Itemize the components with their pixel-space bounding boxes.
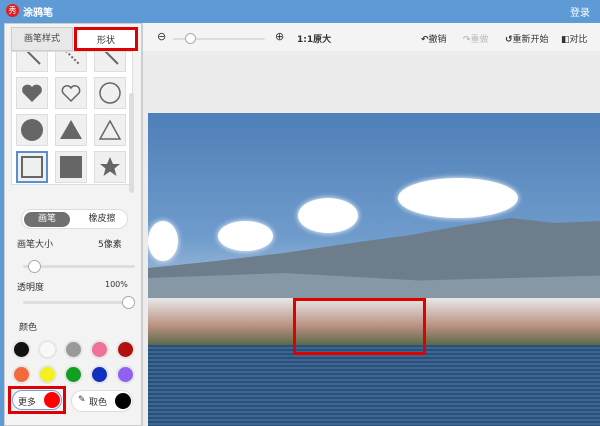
opacity-slider[interactable]: [23, 296, 135, 309]
brush-size-value: 5像素: [98, 240, 122, 250]
scroll-thumb[interactable]: [129, 93, 134, 193]
slider-knob[interactable]: [185, 33, 197, 44]
redo-button[interactable]: ↷重做: [463, 32, 489, 45]
redo-label: 重做: [470, 35, 489, 45]
zoom-slider[interactable]: [173, 33, 265, 44]
shape-circle-filled[interactable]: [16, 114, 48, 146]
app-title: 涂鸦笔: [23, 8, 53, 19]
color-swatch[interactable]: [116, 365, 135, 384]
left-panel: 画笔样式 形状 画笔 橡皮擦 画笔大小 5像素 透明度 100% 颜色 更多 ✎…: [4, 23, 142, 426]
compare-button[interactable]: ◧对比: [561, 32, 588, 45]
pick-color-label: 取色: [89, 398, 108, 408]
drawn-rectangle: [293, 298, 426, 355]
color-swatch[interactable]: [64, 365, 83, 384]
color-swatch[interactable]: [64, 340, 83, 359]
shape-arrow[interactable]: [94, 52, 126, 72]
canvas-area: ⊖ ⊕ 1:1原大 ↶撤销 ↷重做 ↺重新开始 ◧对比: [142, 23, 600, 426]
color-label: 颜色: [19, 323, 38, 333]
shape-circle-outline[interactable]: [94, 77, 126, 109]
shape-heart-outline[interactable]: [55, 77, 87, 109]
title-bar: 秀 涂鸦笔 登录: [0, 0, 600, 22]
reset-button[interactable]: ↺重新开始: [505, 32, 549, 45]
shape-square-filled[interactable]: [55, 151, 87, 183]
eraser-mode-button[interactable]: 橡皮擦: [78, 212, 126, 227]
shape-star[interactable]: [94, 151, 126, 183]
mode-toggle: 画笔 橡皮擦: [21, 209, 128, 229]
color-swatch[interactable]: [12, 365, 31, 384]
more-colors-pill: 更多: [12, 390, 62, 410]
cloud: [298, 198, 358, 233]
tab-shape[interactable]: 形状: [74, 27, 138, 51]
color-swatch[interactable]: [116, 340, 135, 359]
brush-size-label: 画笔大小: [17, 240, 54, 250]
zoom-out-icon[interactable]: ⊖: [157, 30, 166, 43]
slider-knob[interactable]: [122, 296, 135, 309]
compare-icon: ◧: [561, 35, 570, 45]
login-link[interactable]: 登录: [570, 4, 590, 19]
app-logo: 秀: [6, 4, 19, 17]
zoom-in-icon[interactable]: ⊕: [275, 30, 284, 43]
lake-water: [148, 345, 600, 426]
opacity-label: 透明度: [17, 283, 45, 293]
cloud: [398, 178, 518, 218]
undo-label: 撤销: [428, 35, 447, 45]
color-swatch[interactable]: [12, 340, 31, 359]
shape-heart-filled[interactable]: [16, 77, 48, 109]
tab-brush-style[interactable]: 画笔样式: [11, 27, 73, 51]
shape-triangle-outline[interactable]: [94, 114, 126, 146]
color-swatch[interactable]: [38, 340, 57, 359]
opacity-value: 100%: [105, 280, 128, 289]
shape-rectangle-outline[interactable]: [16, 151, 48, 183]
toolbar: ⊖ ⊕ 1:1原大 ↶撤销 ↷重做 ↺重新开始 ◧对比: [143, 23, 600, 51]
reset-icon: ↺: [505, 35, 513, 45]
actual-size-button[interactable]: 1:1原大: [297, 32, 331, 45]
redo-icon: ↷: [463, 35, 471, 45]
cloud: [218, 221, 273, 251]
current-color-swatch: [44, 392, 60, 408]
shape-dashed-line[interactable]: [55, 52, 87, 72]
undo-icon: ↶: [421, 35, 429, 45]
slider-knob[interactable]: [27, 260, 41, 273]
shape-grid: [11, 51, 133, 185]
cloud: [148, 221, 178, 261]
color-picker-button[interactable]: ✎ 取色: [71, 390, 133, 412]
eyedropper-icon: ✎: [78, 395, 86, 405]
more-colors-label: 更多: [18, 398, 37, 408]
color-swatch[interactable]: [90, 365, 109, 384]
shape-line[interactable]: [16, 52, 48, 72]
picked-color-swatch: [115, 393, 131, 409]
brush-size-slider[interactable]: [23, 260, 135, 273]
shape-triangle-filled[interactable]: [55, 114, 87, 146]
brush-mode-button[interactable]: 画笔: [24, 212, 70, 227]
color-swatch[interactable]: [90, 340, 109, 359]
more-colors-button[interactable]: 更多: [8, 386, 66, 414]
photo-canvas[interactable]: [148, 113, 600, 426]
reset-label: 重新开始: [512, 35, 549, 45]
shape-scrollbar[interactable]: [128, 79, 136, 209]
color-swatch[interactable]: [38, 365, 57, 384]
undo-button[interactable]: ↶撤销: [421, 32, 447, 45]
compare-label: 对比: [569, 35, 588, 45]
